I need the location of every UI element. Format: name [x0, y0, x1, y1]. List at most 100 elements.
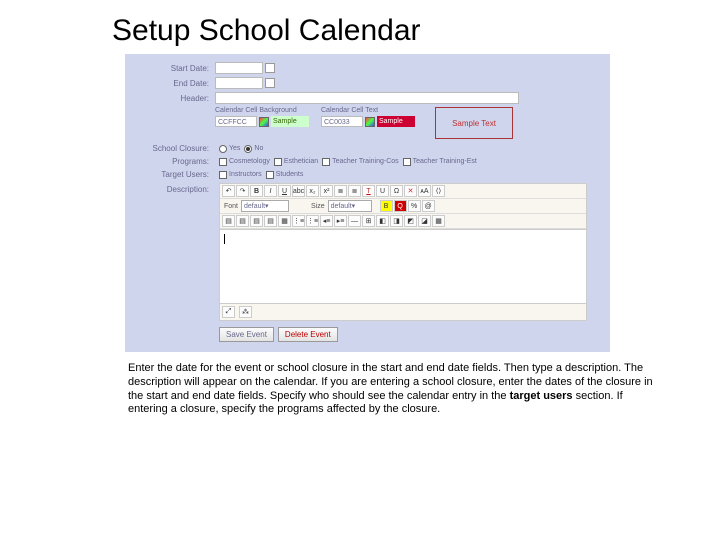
superscript-icon[interactable]: x²	[320, 185, 333, 197]
programs-label: Programs:	[133, 157, 215, 166]
closure-yes-label: Yes	[229, 145, 240, 152]
closure-no-radio[interactable]	[244, 145, 252, 153]
end-date-input[interactable]	[215, 77, 263, 89]
color-picker-icon[interactable]	[365, 117, 375, 127]
table-edit-icon[interactable]: ◧	[376, 215, 389, 227]
rich-text-editor: ↶ ↷ B I U abc x₂ x² ≣ ≣ T U Ω ✕ ᴀA ⟨⟩ Fo…	[219, 183, 587, 321]
header-input[interactable]	[215, 92, 519, 104]
cell-bg-label: Calendar Cell Background	[215, 107, 309, 114]
school-closure-label: School Closure:	[133, 144, 215, 153]
program-checkbox[interactable]	[219, 158, 227, 166]
redo-icon[interactable]: ↷	[236, 185, 249, 197]
table-icon[interactable]: ⊞	[362, 215, 375, 227]
cell-bg-block: Calendar Cell Background CCFFCC Sample	[215, 107, 309, 127]
editor-footer: ⤢ ⁂	[220, 303, 586, 320]
align-justify-icon[interactable]: ▤	[264, 215, 277, 227]
calendar-icon[interactable]	[265, 63, 275, 73]
start-date-row: Start Date:	[133, 62, 602, 74]
header-row: Header:	[133, 92, 602, 104]
ol-icon[interactable]: ⋮≡	[292, 215, 305, 227]
cell-bg-input[interactable]: CCFFCC	[215, 116, 257, 127]
editor-toolbar-2: Font default ▾ Size default ▾ B Q % @	[220, 199, 586, 214]
closure-yes-radio[interactable]	[219, 145, 227, 153]
program-option: Teacher Training-Cos	[332, 158, 399, 165]
remove-format-icon[interactable]: ✕	[404, 185, 417, 197]
size-select[interactable]: default ▾	[328, 200, 372, 212]
cell-text-label: Calendar Cell Text	[321, 107, 415, 114]
indent-icon[interactable]: ▸≡	[334, 215, 347, 227]
list-icon[interactable]: ▦	[278, 215, 291, 227]
calendar-form-panel: Start Date: End Date: Header: Calendar C…	[125, 54, 610, 352]
calendar-icon[interactable]	[265, 78, 275, 88]
program-option: Esthetician	[284, 158, 318, 165]
start-date-label: Start Date:	[133, 64, 215, 73]
font-label: Font	[222, 203, 240, 210]
action-row: Save Event Delete Event	[219, 327, 602, 342]
outdent-icon[interactable]: ◂≡	[320, 215, 333, 227]
italic-icon[interactable]: I	[264, 185, 277, 197]
target-option: Instructors	[229, 171, 262, 178]
program-option: Cosmetology	[229, 158, 270, 165]
program-checkbox[interactable]	[403, 158, 411, 166]
table-edit-icon[interactable]: ◨	[390, 215, 403, 227]
size-label: Size	[309, 203, 327, 210]
sample-preview-box: Sample Text	[435, 107, 513, 139]
hr-icon[interactable]: —	[348, 215, 361, 227]
table-edit-icon[interactable]: ◪	[418, 215, 431, 227]
cell-text-sample: Sample	[377, 116, 415, 127]
backcolor-icon[interactable]: U	[376, 185, 389, 197]
instructions-bold: target users	[510, 390, 573, 402]
ul-icon[interactable]: ⋮≡	[306, 215, 319, 227]
instructions-paragraph: Enter the date for the event or school c…	[0, 352, 720, 417]
description-label: Description:	[133, 183, 215, 194]
editor-textarea[interactable]	[220, 229, 586, 303]
toolbar-button[interactable]: @	[422, 200, 435, 212]
target-users-row: Target Users: Instructors Students	[133, 170, 602, 179]
font-select[interactable]: default ▾	[241, 200, 289, 212]
toolbar-button[interactable]: %	[408, 200, 421, 212]
resize-icon[interactable]: ⤢	[222, 306, 235, 318]
target-checkbox[interactable]	[219, 171, 227, 179]
case-icon[interactable]: ᴀA	[418, 185, 431, 197]
align-icon[interactable]: ≣	[334, 185, 347, 197]
cell-text-block: Calendar Cell Text CC0033 Sample	[321, 107, 415, 127]
start-date-input[interactable]	[215, 62, 263, 74]
target-option: Students	[276, 171, 304, 178]
header-label: Header:	[133, 94, 215, 103]
subscript-icon[interactable]: x₂	[306, 185, 319, 197]
align-icon[interactable]: ≣	[348, 185, 361, 197]
table-edit-icon[interactable]: ◩	[404, 215, 417, 227]
undo-icon[interactable]: ↶	[222, 185, 235, 197]
highlight-icon[interactable]: B	[380, 200, 393, 212]
program-checkbox[interactable]	[322, 158, 330, 166]
align-right-icon[interactable]: ▤	[250, 215, 263, 227]
programs-row: Programs: Cosmetology Esthetician Teache…	[133, 157, 602, 166]
color-picker-icon[interactable]	[259, 117, 269, 127]
text-cursor	[224, 234, 225, 244]
editor-toolbar-1: ↶ ↷ B I U abc x₂ x² ≣ ≣ T U Ω ✕ ᴀA ⟨⟩	[220, 184, 586, 199]
strike-icon[interactable]: abc	[292, 185, 305, 197]
editor-toolbar-3: ▤ ▤ ▤ ▤ ▦ ⋮≡ ⋮≡ ◂≡ ▸≡ — ⊞ ◧ ◨ ◩ ◪ ▦	[220, 214, 586, 229]
bgcolor-icon[interactable]: Q	[394, 200, 407, 212]
cell-bg-sample: Sample	[271, 116, 309, 127]
bold-icon[interactable]: B	[250, 185, 263, 197]
symbol-icon[interactable]: Ω	[390, 185, 403, 197]
cell-text-input[interactable]: CC0033	[321, 116, 363, 127]
table-edit-icon[interactable]: ▦	[432, 215, 445, 227]
footer-icon[interactable]: ⁂	[239, 306, 252, 318]
underline-icon[interactable]: U	[278, 185, 291, 197]
end-date-label: End Date:	[133, 79, 215, 88]
program-checkbox[interactable]	[274, 158, 282, 166]
forecolor-icon[interactable]: T	[362, 185, 375, 197]
page-title: Setup School Calendar	[0, 0, 720, 54]
source-icon[interactable]: ⟨⟩	[432, 185, 445, 197]
delete-event-button[interactable]: Delete Event	[278, 327, 338, 342]
target-checkbox[interactable]	[266, 171, 274, 179]
align-left-icon[interactable]: ▤	[222, 215, 235, 227]
align-center-icon[interactable]: ▤	[236, 215, 249, 227]
save-event-button[interactable]: Save Event	[219, 327, 274, 342]
school-closure-row: School Closure: Yes No	[133, 144, 602, 153]
target-users-label: Target Users:	[133, 170, 215, 179]
end-date-row: End Date:	[133, 77, 602, 89]
program-option: Teacher Training-Est	[413, 158, 477, 165]
